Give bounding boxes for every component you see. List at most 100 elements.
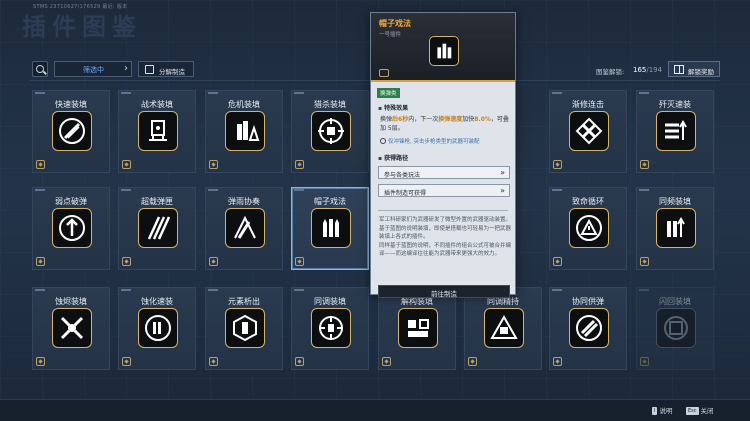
plugin-card[interactable]: 协同供弹 [549, 287, 627, 370]
effect-highlight: 8.0% [474, 116, 491, 123]
rarity-badge-icon [209, 357, 218, 366]
card-title: 致命循环 [572, 197, 604, 206]
source-label: 插件制造可获得 [384, 190, 427, 197]
plugin-card[interactable]: 同频装填 [636, 187, 714, 270]
corrode-icon [138, 308, 178, 348]
help-hint[interactable]: I 说明 [652, 405, 672, 415]
esc-key: Esc [686, 407, 699, 415]
close-hint[interactable]: Esc 关闭 [686, 405, 714, 415]
card-marker [208, 92, 218, 94]
plugin-card[interactable]: 元素析出 [205, 287, 283, 370]
unlock-reward-button[interactable]: 解锁奖励 [668, 61, 720, 77]
plugin-card[interactable]: 同调装填 [291, 287, 369, 370]
plugin-card-locked[interactable]: 闪回装填 [636, 287, 714, 370]
plugin-card[interactable]: 致命循环 [549, 187, 627, 270]
double-chevron-icon: » [500, 186, 505, 195]
overload-mag-icon [138, 208, 178, 248]
card-marker [208, 289, 218, 291]
rarity-badge-icon [36, 257, 45, 266]
card-marker [552, 92, 562, 94]
category-tag: 换弹类 [377, 88, 400, 98]
plugin-card[interactable]: 蚀化速装 [118, 287, 196, 370]
card-title: 弹雨协奏 [228, 197, 260, 206]
card-title: 战术装填 [141, 100, 173, 109]
tune-reload-icon [311, 308, 351, 348]
rapid-load-icon [656, 111, 696, 151]
search-icon[interactable] [32, 61, 48, 77]
card-marker [294, 289, 304, 291]
rarity-badge-icon [36, 160, 45, 169]
plugin-card[interactable]: 战术装填 [118, 90, 196, 173]
effect-heading: 特殊效果 [378, 103, 408, 112]
rarity-badge-icon [379, 69, 389, 77]
compat-text: 仅冲锋枪, 突击步枪类型的武器可装配 [388, 139, 480, 145]
plugin-card[interactable]: 歼灭速装 [636, 90, 714, 173]
source-craft-button[interactable]: 插件制造可获得 » [378, 184, 510, 197]
plugin-card[interactable]: 渐修连击 [549, 90, 627, 173]
rarity-badge-icon [209, 160, 218, 169]
card-marker [121, 289, 131, 291]
source-play-button[interactable]: 参与各类玩法 » [378, 166, 510, 179]
rarity-badge-icon [122, 257, 131, 266]
effect-part: 加快 [462, 116, 475, 123]
card-marker [35, 189, 45, 191]
card-marker [294, 189, 304, 191]
popup-title: 帽子戏法 [379, 19, 411, 28]
weakpoint-icon [52, 208, 92, 248]
plugin-card[interactable]: 同调精持 [464, 287, 542, 370]
plugin-card[interactable]: 危机装填 [205, 90, 283, 173]
decompose-icon [145, 65, 154, 74]
hat-trick-icon [429, 36, 459, 66]
decompose-craft-button[interactable]: 分解制造 [138, 61, 194, 77]
plugin-description: 军工科研家们为武器研发了微型外置的武器驱动装置。 基于蓝图的说明装填，即使是搭载… [379, 217, 512, 257]
rarity-badge-icon [122, 160, 131, 169]
plugin-card[interactable]: 超载弹匣 [118, 187, 196, 270]
reload-rings-icon [52, 111, 92, 151]
help-label: 说明 [659, 407, 673, 415]
rarity-badge-icon [209, 257, 218, 266]
plugin-card[interactable]: 弱点破弹 [32, 187, 110, 270]
plugin-card[interactable]: 弹雨协奏 [205, 187, 283, 270]
card-title: 渐修连击 [572, 100, 604, 109]
card-marker [294, 92, 304, 94]
chevron-right-icon: › [124, 63, 128, 74]
plugin-card[interactable]: 猎杀装填 [291, 90, 369, 173]
lethal-cycle-icon [569, 208, 609, 248]
card-marker [121, 92, 131, 94]
card-title: 帽子戏法 [314, 197, 346, 206]
element-icon [225, 308, 265, 348]
card-marker [121, 189, 131, 191]
rarity-badge-icon [640, 357, 649, 366]
filter-dropdown[interactable]: 筛选中 › [54, 61, 132, 77]
rarity-badge-icon [553, 357, 562, 366]
card-title: 猎杀装填 [314, 100, 346, 109]
goto-craft-button[interactable]: 前往制造 [378, 285, 510, 298]
page-title: 插件图鉴 [22, 12, 142, 41]
unlock-progress-label: 图鉴解锁: [596, 68, 625, 76]
popup-accent-line [371, 80, 515, 82]
plugin-card[interactable]: 蚀烬装填 [32, 287, 110, 370]
popup-divider [378, 210, 508, 211]
flashback-icon [656, 308, 696, 348]
rarity-badge-icon [382, 357, 391, 366]
plugin-card[interactable]: 快速装填 [32, 90, 110, 173]
card-title: 快速装填 [55, 100, 87, 109]
rarity-badge-icon [295, 357, 304, 366]
card-marker [552, 189, 562, 191]
crisis-reload-icon [225, 111, 265, 151]
effect-part: 换弹 [380, 116, 393, 123]
bottom-bar [0, 399, 750, 421]
card-marker [208, 189, 218, 191]
card-title: 歼灭速装 [659, 100, 691, 109]
close-label: 关闭 [700, 407, 714, 415]
plugin-card[interactable]: 解构装填 [378, 287, 456, 370]
rarity-badge-icon [640, 257, 649, 266]
card-title: 同频装填 [659, 197, 691, 206]
card-title: 弱点破弹 [55, 197, 87, 206]
plugin-card-selected[interactable]: 帽子戏法 [291, 187, 369, 270]
rarity-badge-icon [295, 160, 304, 169]
popup-subtitle: 一号插件 [379, 32, 402, 38]
rarity-badge-icon [640, 160, 649, 169]
rarity-badge-icon [468, 357, 477, 366]
source-heading: 获得路径 [378, 153, 408, 162]
